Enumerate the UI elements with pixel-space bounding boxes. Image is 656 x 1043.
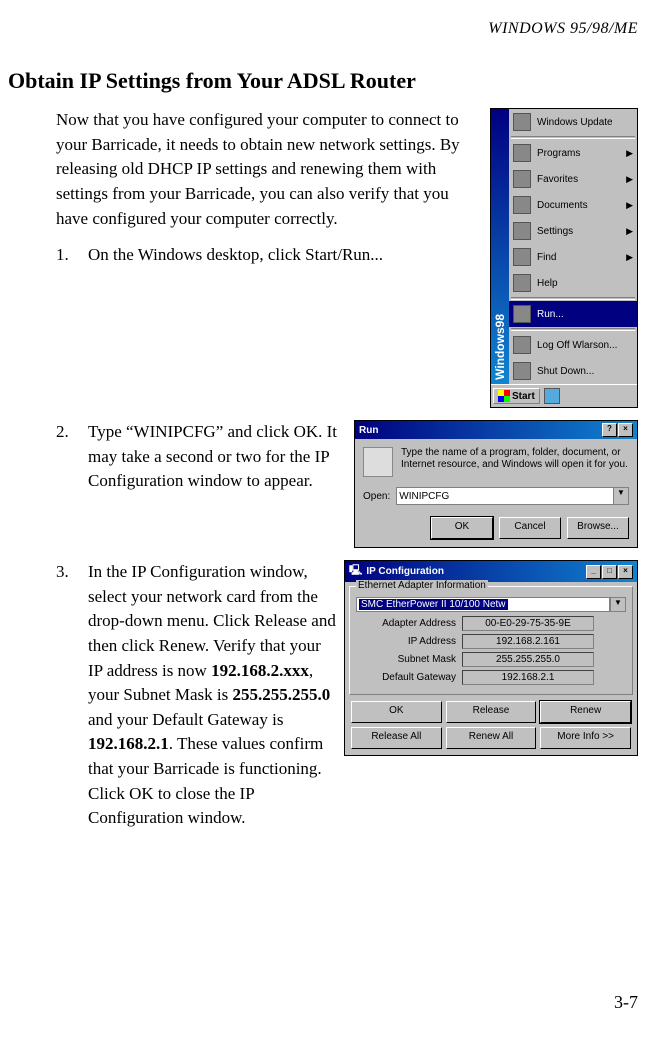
startmenu-item-label: Log Off Wlarson...: [537, 340, 617, 351]
close-button[interactable]: ×: [618, 423, 633, 437]
startmenu-item-windows-update[interactable]: Windows Update: [509, 109, 637, 135]
startmenu-item-label: Find: [537, 252, 556, 263]
subnet-mask-label: Subnet Mask: [356, 654, 462, 665]
intro-paragraph: Now that you have configured your comput…: [8, 108, 482, 231]
renew-all-button[interactable]: Renew All: [446, 727, 537, 749]
step-text: In the IP Configuration window, select y…: [88, 560, 336, 831]
favorites-icon: [513, 170, 531, 188]
page-number: 3-7: [614, 992, 638, 1013]
startmenu-item-label: Windows Update: [537, 117, 613, 128]
section-title: Obtain IP Settings from Your ADSL Router: [8, 68, 638, 94]
startmenu-item-label: Settings: [537, 226, 573, 237]
windows-logo-icon: [498, 390, 510, 402]
adapter-address-label: Adapter Address: [356, 618, 462, 629]
startmenu-item-label: Favorites: [537, 174, 578, 185]
startmenu-item-settings[interactable]: Settings ▶: [509, 218, 637, 244]
step-text: Type “WINIPCFG” and click OK. It may tak…: [88, 420, 346, 494]
group-label: Ethernet Adapter Information: [356, 580, 488, 591]
logoff-icon: [513, 336, 531, 354]
startmenu-item-label: Run...: [537, 309, 564, 320]
startmenu-item-label: Programs: [537, 148, 580, 159]
page-header-right: WINDOWS 95/98/ME: [8, 20, 638, 38]
globe-icon: [513, 113, 531, 131]
minimize-button[interactable]: _: [586, 565, 601, 579]
step-text: On the Windows desktop, click Start/Run.…: [88, 243, 482, 268]
ie-icon[interactable]: [544, 388, 560, 404]
adapter-selected: SMC EtherPower II 10/100 Netw: [359, 599, 508, 610]
documents-icon: [513, 196, 531, 214]
step-number: 1.: [56, 243, 74, 268]
help-icon: [513, 274, 531, 292]
run-input[interactable]: [396, 487, 613, 505]
figure-startmenu: Windows98 Windows Update Programs ▶: [490, 108, 638, 408]
chevron-right-icon: ▶: [626, 200, 633, 211]
dropdown-button[interactable]: ▼: [613, 487, 629, 505]
figure-run-dialog: Run ? × Type the name of a program, fold…: [354, 420, 638, 548]
close-button[interactable]: ×: [618, 565, 633, 579]
startmenu-item-programs[interactable]: Programs ▶: [509, 140, 637, 166]
adapter-address-value: 00-E0-29-75-35-9E: [462, 616, 594, 631]
startmenu-item-label: Documents: [537, 200, 588, 211]
open-label: Open:: [363, 491, 390, 502]
browse-button[interactable]: Browse...: [567, 517, 629, 539]
startmenu-item-documents[interactable]: Documents ▶: [509, 192, 637, 218]
ipconfig-titlebar: 🖳 IP Configuration _ □ ×: [345, 561, 637, 582]
chevron-right-icon: ▶: [626, 148, 633, 159]
step-number: 2.: [56, 420, 74, 494]
run-titlebar: Run ? ×: [355, 421, 637, 439]
figure-ipconfig: 🖳 IP Configuration _ □ × Ethernet Adapte…: [344, 560, 638, 756]
renew-button[interactable]: Renew: [540, 701, 631, 723]
taskbar: Start: [491, 384, 637, 407]
startmenu-item-run[interactable]: Run...: [509, 301, 637, 327]
release-all-button[interactable]: Release All: [351, 727, 442, 749]
ok-button[interactable]: OK: [431, 517, 493, 539]
ip-address-label: IP Address: [356, 636, 462, 647]
settings-icon: [513, 222, 531, 240]
shutdown-icon: [513, 362, 531, 380]
start-button[interactable]: Start: [493, 388, 540, 404]
subnet-mask-value: 255.255.255.0: [462, 652, 594, 667]
run-description: Type the name of a program, folder, docu…: [401, 447, 629, 471]
start-button-label: Start: [512, 391, 535, 402]
find-icon: [513, 248, 531, 266]
help-button[interactable]: ?: [602, 423, 617, 437]
chevron-right-icon: ▶: [626, 252, 633, 263]
run-icon: [513, 305, 531, 323]
step-number: 3.: [56, 560, 74, 831]
release-button[interactable]: Release: [446, 701, 537, 723]
ipconfig-title: IP Configuration: [366, 566, 444, 577]
startmenu-item-favorites[interactable]: Favorites ▶: [509, 166, 637, 192]
default-gateway-value: 192.168.2.1: [462, 670, 594, 685]
adapter-info-group: Ethernet Adapter Information SMC EtherPo…: [349, 586, 633, 695]
cancel-button[interactable]: Cancel: [499, 517, 561, 539]
dropdown-button[interactable]: ▼: [610, 597, 626, 612]
ok-button[interactable]: OK: [351, 701, 442, 723]
startmenu-stripe-text: Windows98: [493, 310, 507, 384]
separator: [511, 328, 635, 331]
startmenu-item-logoff[interactable]: Log Off Wlarson...: [509, 332, 637, 358]
maximize-button[interactable]: □: [602, 565, 617, 579]
startmenu-stripe: Windows98: [491, 109, 509, 384]
startmenu-item-help[interactable]: Help: [509, 270, 637, 296]
more-info-button[interactable]: More Info >>: [540, 727, 631, 749]
programs-icon: [513, 144, 531, 162]
ip-address-value: 192.168.2.161: [462, 634, 594, 649]
chevron-right-icon: ▶: [626, 226, 633, 237]
startmenu-item-label: Help: [537, 278, 558, 289]
run-title: Run: [359, 425, 378, 436]
startmenu-item-find[interactable]: Find ▶: [509, 244, 637, 270]
startmenu-item-label: Shut Down...: [537, 366, 594, 377]
adapter-select[interactable]: SMC EtherPower II 10/100 Netw ▼: [356, 597, 626, 612]
run-dialog-icon: [363, 447, 393, 477]
startmenu-item-shutdown[interactable]: Shut Down...: [509, 358, 637, 384]
default-gateway-label: Default Gateway: [356, 672, 462, 683]
separator: [511, 297, 635, 300]
separator: [511, 136, 635, 139]
chevron-right-icon: ▶: [626, 174, 633, 185]
